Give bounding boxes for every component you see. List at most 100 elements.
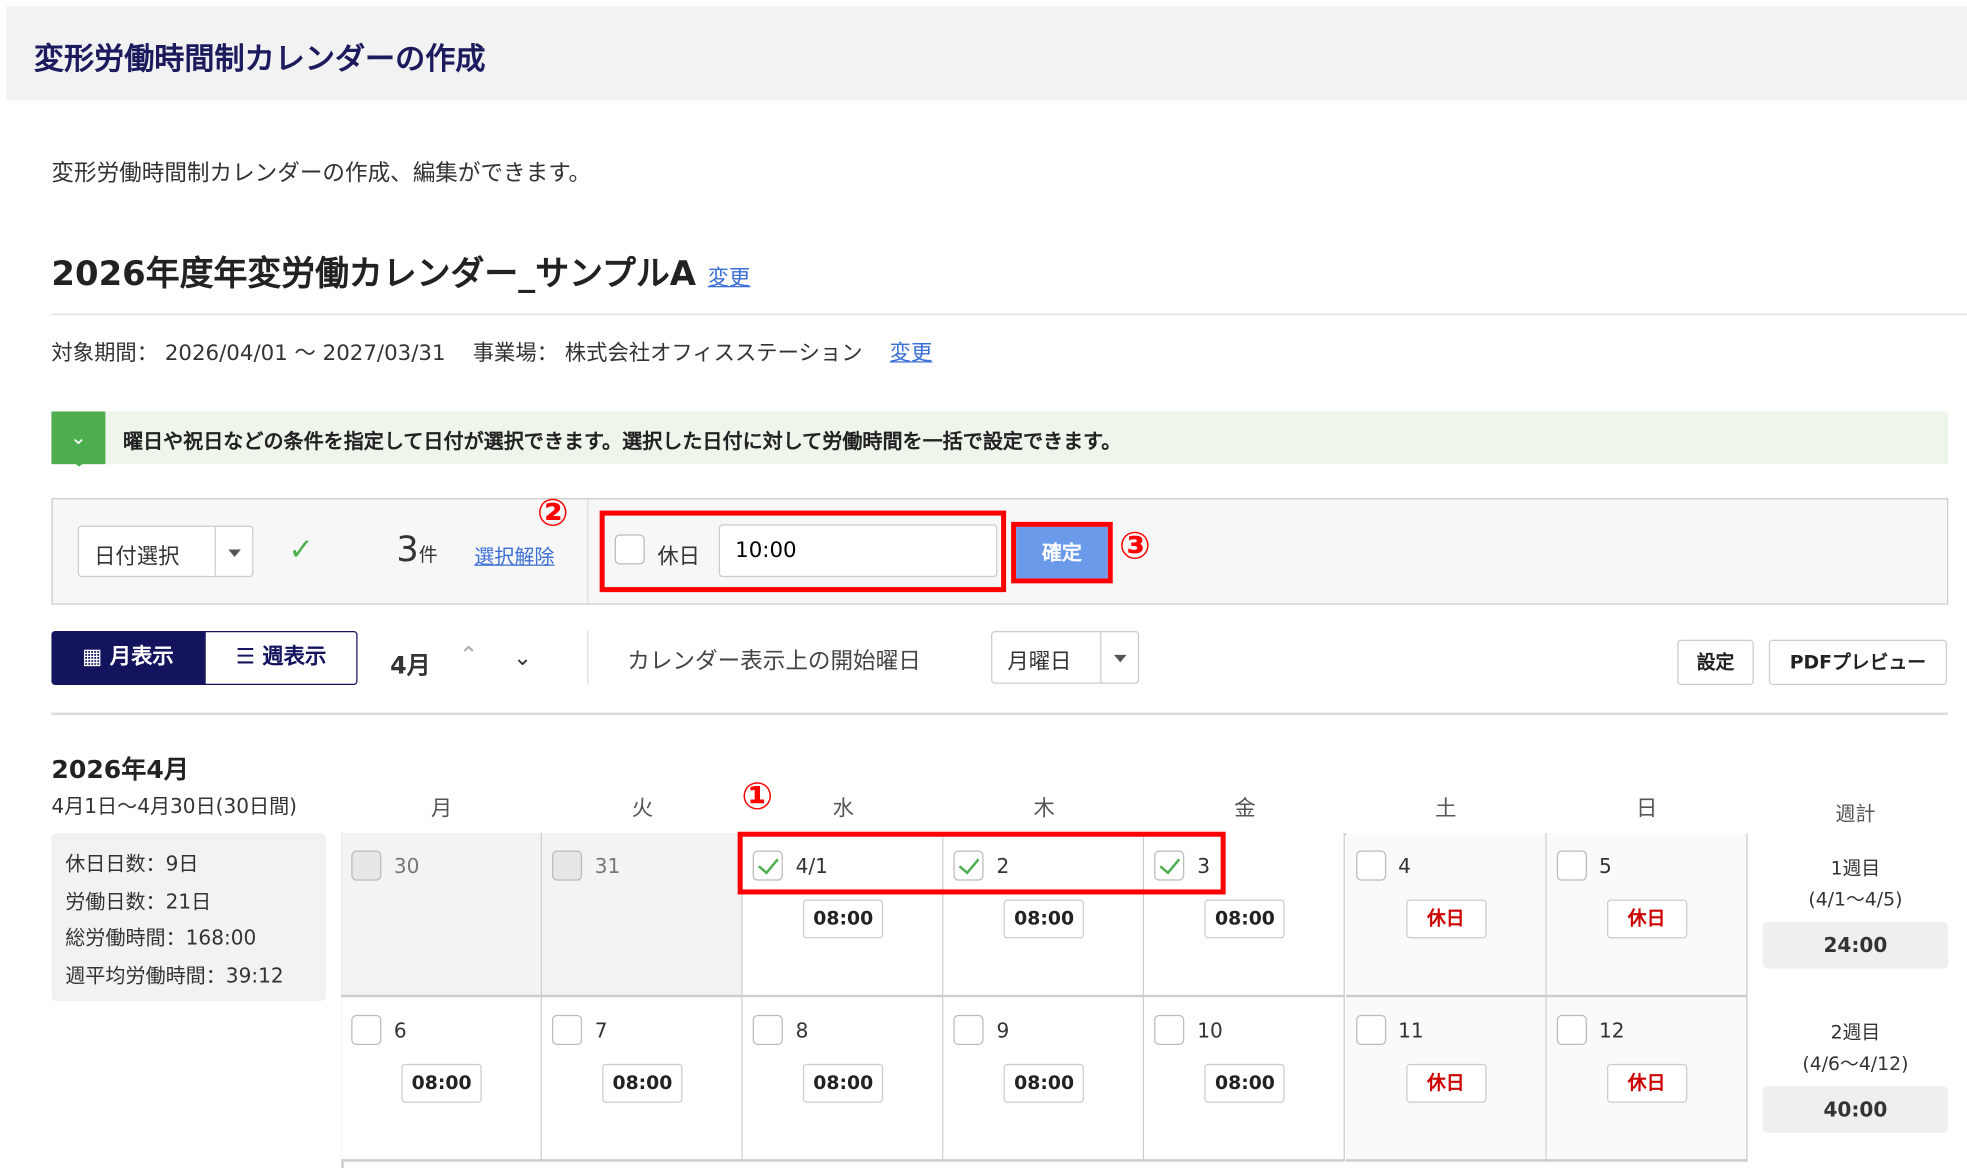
week-total: 40:00 — [1763, 1086, 1949, 1132]
month-heading: 2026年4月 — [51, 749, 188, 785]
annotation-marker-3: ③ — [1119, 524, 1151, 568]
work-time-button[interactable]: 08:00 — [1205, 899, 1285, 938]
weekday-header: 火 — [542, 790, 743, 821]
holiday-badge[interactable]: 休日 — [1607, 899, 1687, 938]
clear-selection-link[interactable]: 選択解除 — [474, 539, 554, 569]
weekly-average-hours: 週平均労働時間：39:12 — [65, 957, 312, 994]
week-label: 1週目 — [1763, 854, 1949, 880]
calendar-day-cell[interactable]: 31 — [542, 833, 743, 997]
caret-down-icon — [1100, 632, 1138, 682]
divider — [587, 499, 588, 603]
day-checkbox — [552, 851, 582, 881]
day-checkbox — [351, 851, 381, 881]
calendar-meta: 対象期間： 2026/04/01 〜 2027/03/31 事業場： 株式会社オ… — [51, 335, 932, 366]
total-hours: 総労働時間：168:00 — [65, 920, 312, 957]
calendar-icon: ▦ — [82, 645, 102, 670]
confirm-button[interactable]: 確定 — [1016, 527, 1108, 578]
day-checkbox[interactable] — [1355, 1015, 1385, 1045]
workday-count: 労働日数：21日 — [65, 883, 312, 920]
count-unit: 件 — [419, 543, 438, 566]
weekday-header: 日 — [1546, 790, 1747, 821]
period-label: 対象期間： — [51, 341, 158, 366]
start-day-value: 月曜日 — [1007, 644, 1071, 675]
work-time-input[interactable] — [719, 524, 997, 577]
calendar-day-cell[interactable]: 8 08:00 — [743, 997, 944, 1161]
holiday-badge[interactable]: 休日 — [1406, 899, 1486, 938]
day-checkbox[interactable] — [1155, 1015, 1185, 1045]
check-icon: ✓ — [289, 532, 314, 567]
day-checkbox[interactable] — [552, 1015, 582, 1045]
week-total: 24:00 — [1763, 922, 1949, 968]
current-month: 4月 — [390, 647, 430, 681]
day-checkbox[interactable] — [753, 1015, 783, 1045]
work-time-button[interactable]: 08:00 — [1004, 1064, 1084, 1103]
chevron-up-icon[interactable]: ⌃ — [459, 642, 478, 668]
work-time-button[interactable]: 08:00 — [1004, 899, 1084, 938]
calendar-day-cell[interactable]: 12 休日 — [1546, 997, 1747, 1161]
caret-down-icon — [215, 527, 253, 576]
holiday-count: 休日日数：9日 — [65, 846, 312, 883]
annotation-marker-1: ① — [741, 775, 773, 819]
work-time-button[interactable]: 08:00 — [1205, 1064, 1285, 1103]
start-day-label: カレンダー表示上の開始曜日 — [627, 644, 921, 677]
calendar-day-cell[interactable]: 708:00 — [542, 997, 743, 1161]
settings-button[interactable]: 設定 — [1677, 640, 1754, 685]
page-description: 変形労働時間制カレンダーの作成、編集ができます。 — [51, 156, 591, 189]
site-value: 株式会社オフィスステーション — [565, 341, 863, 366]
chevron-down-icon[interactable]: ⌄ — [513, 645, 532, 671]
info-banner[interactable]: ⌄ 曜日や祝日などの条件を指定して日付が選択できます。選択した日付に対して労働時… — [51, 411, 1948, 464]
calendar-day-cell[interactable]: 10 08:00 — [1145, 997, 1346, 1161]
week-total-header: 週計 — [1763, 797, 1949, 827]
day-number: 4 — [1398, 854, 1411, 878]
annotation-box-1 — [738, 832, 1226, 895]
chevron-down-icon[interactable]: ⌄ — [51, 411, 105, 464]
change-site-link[interactable]: 変更 — [890, 341, 933, 366]
month-summary: 休日日数：9日 労働日数：21日 総労働時間：168:00 週平均労働時間：39… — [51, 833, 326, 1001]
week-view-button[interactable]: ☰ 週表示 — [204, 631, 357, 685]
day-number: 12 — [1599, 1019, 1625, 1043]
month-view-button[interactable]: ▦ 月表示 — [51, 631, 204, 685]
day-checkbox[interactable] — [954, 1015, 984, 1045]
day-checkbox[interactable] — [1355, 851, 1385, 881]
week-range: (4/1〜4/5) — [1763, 886, 1949, 912]
page-title: 変形労働時間制カレンダーの作成 — [34, 34, 486, 78]
day-checkbox[interactable] — [1556, 851, 1586, 881]
calendar-day-cell[interactable]: 908:00 — [944, 997, 1145, 1161]
divider — [51, 713, 1948, 716]
work-time-button[interactable]: 08:00 — [401, 1064, 481, 1103]
calendar-day-cell[interactable]: 608:00 — [341, 997, 542, 1161]
weekday-header: 金 — [1145, 790, 1346, 821]
calendar-day-cell[interactable]: 4 休日 — [1345, 833, 1546, 997]
start-day-dropdown[interactable]: 月曜日 — [991, 631, 1139, 684]
day-checkbox[interactable] — [1556, 1015, 1586, 1045]
month-range: 4月1日〜4月30日(30日間) — [51, 789, 297, 819]
work-time-button[interactable]: 08:00 — [803, 1064, 883, 1103]
day-number: 5 — [1599, 854, 1612, 878]
period-value: 2026/04/01 〜 2027/03/31 — [165, 341, 446, 366]
day-checkbox[interactable] — [351, 1015, 381, 1045]
date-select-dropdown[interactable]: 日付選択 — [78, 526, 254, 577]
week-label: 2週目 — [1763, 1019, 1949, 1045]
day-number: 30 — [394, 854, 420, 878]
weekday-header: 月 — [341, 790, 542, 821]
holiday-badge[interactable]: 休日 — [1406, 1064, 1486, 1103]
day-number: 8 — [796, 1019, 809, 1043]
day-number: 11 — [1398, 1019, 1424, 1043]
site-label: 事業場： — [473, 341, 558, 366]
weekday-header: 木 — [944, 790, 1145, 821]
week-view-label: 週表示 — [262, 645, 326, 670]
pdf-preview-button[interactable]: PDFプレビュー — [1769, 640, 1947, 685]
day-number: 10 — [1197, 1019, 1223, 1043]
calendar-day-cell[interactable]: 30 — [341, 833, 542, 997]
holiday-badge[interactable]: 休日 — [1607, 1064, 1687, 1103]
banner-text: 曜日や祝日などの条件を指定して日付が選択できます。選択した日付に対して労働時間を… — [123, 424, 1121, 454]
selected-count: 3件 — [396, 528, 437, 569]
calendar-day-cell[interactable]: 5 休日 — [1546, 833, 1747, 997]
annotation-marker-2: ② — [537, 492, 569, 536]
holiday-checkbox[interactable] — [615, 534, 645, 564]
page-header: 変形労働時間制カレンダーの作成 — [6, 6, 1967, 100]
calendar-day-cell[interactable]: 11 休日 — [1345, 997, 1546, 1161]
change-title-link[interactable]: 変更 — [708, 266, 751, 291]
work-time-button[interactable]: 08:00 — [803, 899, 883, 938]
work-time-button[interactable]: 08:00 — [602, 1064, 682, 1103]
